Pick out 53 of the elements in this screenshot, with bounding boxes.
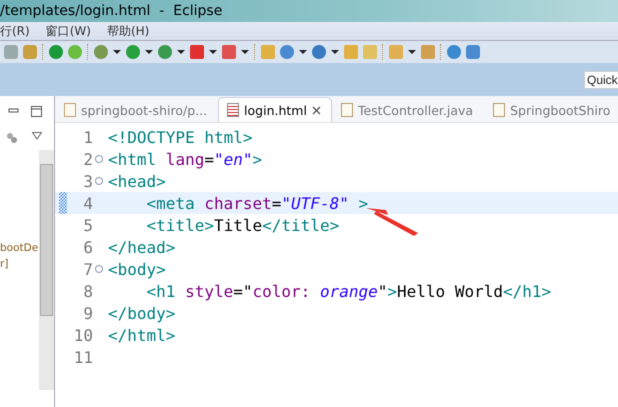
- quick-access-field[interactable]: Quick: [584, 70, 618, 88]
- caret-icon[interactable]: [209, 50, 217, 54]
- tree-item[interactable]: r]: [0, 256, 8, 272]
- line-number: 4: [82, 194, 93, 212]
- code-line: <meta charset="UTF-8" >: [146, 194, 368, 212]
- code-line: <title>Title</title>: [146, 216, 340, 234]
- scrollbar-thumb[interactable]: [40, 164, 53, 316]
- editor-tab[interactable]: SpringbootShiro: [484, 97, 618, 122]
- code-line: </body>: [108, 304, 176, 322]
- line-number: 5: [82, 216, 93, 234]
- code-line: <h1 style="color: orange">Hello World</h1>: [146, 282, 552, 300]
- line-number: 6: [82, 238, 93, 256]
- editor-tab[interactable]: TestController.java: [332, 97, 484, 122]
- line-number: 2: [82, 150, 93, 168]
- line-number: 1: [82, 128, 93, 146]
- fold-icon[interactable]: [95, 265, 103, 273]
- dropdown-icon[interactable]: [32, 132, 42, 140]
- caret-icon[interactable]: [145, 50, 153, 54]
- caret-icon[interactable]: [177, 50, 185, 54]
- window-title: /templates/login.html - Eclipse: [0, 3, 222, 19]
- caret-icon[interactable]: [299, 50, 307, 54]
- code-line: </head>: [108, 238, 176, 256]
- cluster-icon[interactable]: [6, 132, 18, 144]
- code-line: </html>: [108, 326, 176, 344]
- line-number: 8: [82, 282, 93, 300]
- menu-item[interactable]: 帮助(H): [106, 22, 150, 40]
- code-line: <head>: [108, 172, 166, 190]
- scrollbar[interactable]: [39, 150, 54, 390]
- code-line: <body>: [108, 260, 166, 278]
- tree-item[interactable]: bootDe: [0, 240, 38, 256]
- line-number: 3: [82, 172, 93, 190]
- caret-icon[interactable]: [113, 50, 121, 54]
- editor-tab[interactable]: login.html: [218, 97, 332, 122]
- line-number: 7: [82, 260, 93, 278]
- caret-icon[interactable]: [241, 50, 249, 54]
- line-number: 10: [72, 326, 93, 344]
- fold-icon[interactable]: [95, 155, 103, 163]
- editor-tab[interactable]: springboot-shiro/p...: [55, 97, 218, 122]
- java-file-icon: [493, 103, 506, 117]
- line-number: 11: [72, 348, 93, 366]
- java-file-icon: [340, 103, 353, 117]
- maximize-icon[interactable]: [31, 106, 42, 117]
- caret-icon[interactable]: [408, 50, 416, 54]
- maven-file-icon: [64, 103, 76, 117]
- menu-item[interactable]: 行(R): [0, 22, 30, 40]
- line-number: 9: [82, 304, 93, 322]
- code-line: <html lang="en">: [108, 150, 262, 168]
- menu-item[interactable]: 窗口(W): [46, 22, 91, 40]
- close-icon[interactable]: [312, 106, 321, 114]
- caret-icon[interactable]: [331, 50, 339, 54]
- html-file-icon: [227, 103, 240, 117]
- fold-icon[interactable]: [95, 177, 103, 185]
- code-line: <!DOCTYPE html>: [108, 128, 252, 146]
